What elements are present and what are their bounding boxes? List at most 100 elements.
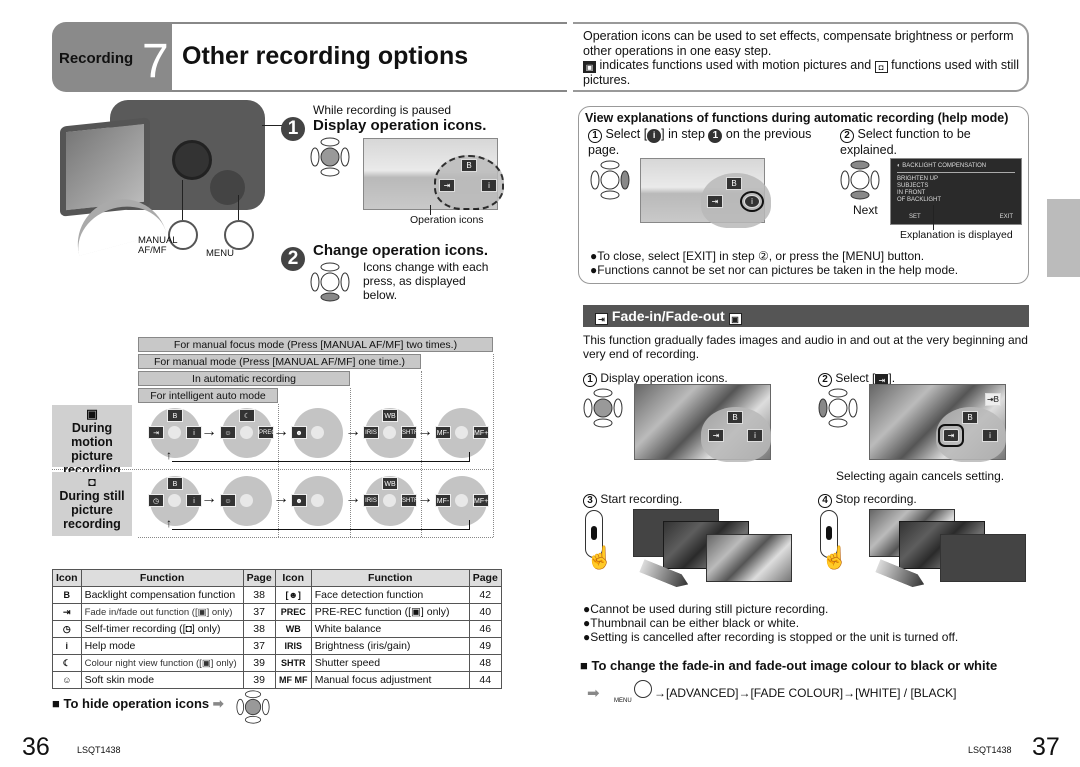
menu-path: →[ADVANCED]→[FADE COLOUR]→[WHITE] / [BLA…	[654, 686, 957, 700]
dial-motion-2: ☾ ☺ PREC	[220, 408, 276, 458]
menu-button-icon[interactable]	[634, 680, 652, 698]
menu-label: MENU	[206, 248, 234, 259]
motion-picture-icon: ▣	[86, 407, 98, 421]
hide-icons-heading: ■ To hide operation icons ➡	[52, 696, 224, 711]
table-row: ◷ Self-timer recording ([◘] only) 38 WB …	[52, 620, 502, 638]
flow-arrow-icon: →	[201, 490, 217, 507]
flow-arrow-icon: →	[201, 423, 217, 440]
dial-motion-4: WB IRIS SHTR	[363, 408, 418, 458]
step1-title: Display operation icons.	[313, 117, 487, 134]
finger-press-icon: ☝	[821, 545, 849, 570]
still-picture-icon: ◘	[874, 61, 888, 73]
fade-step3: 3 Start recording.	[583, 492, 682, 508]
step1-screen: B ⇥ i	[363, 138, 504, 210]
section-number: 7	[142, 35, 169, 88]
help-icon: i	[982, 429, 998, 442]
step2-title: Change operation icons.	[313, 242, 489, 259]
backlight-icon: B	[461, 159, 477, 172]
arrow-right-icon: ➡	[212, 696, 224, 711]
intro-box: Operation icons can be used to set effec…	[573, 22, 1029, 92]
help-icon: i	[740, 191, 764, 212]
help-note-2: ●Functions cannot be set nor can picture…	[590, 263, 959, 277]
self-timer-icon: ◷	[52, 620, 82, 638]
help-icon: i	[481, 179, 497, 192]
page-title: Other recording options	[182, 42, 469, 70]
next-label: Next	[853, 203, 878, 217]
soft-skin-icon: ☺	[52, 671, 82, 689]
section-tab: Recording 7	[52, 22, 172, 92]
fade-section-header: ⇥ Fade-in/Fade-out ▣	[583, 305, 1029, 327]
night-view-icon: ☾	[52, 654, 82, 672]
row-divider	[138, 537, 493, 538]
help-icon: i	[647, 129, 662, 143]
table-row: ☾ Colour night view function ([▣] only) …	[52, 654, 502, 672]
backlight-icon: B	[726, 177, 742, 190]
arrow-right-icon: ➡	[587, 685, 600, 702]
fade-step1-screen: B ⇥ i	[634, 384, 771, 462]
manual-focus-icon: MF MF	[274, 671, 312, 689]
still-picture-icon: ◘	[88, 475, 96, 489]
explanation-caption: Explanation is displayed	[900, 229, 1013, 241]
fade-icon: ⇥	[938, 424, 964, 447]
fade-frame-bright	[706, 534, 792, 582]
divider	[350, 388, 351, 537]
table-row: B Backlight compensation function 38 [☻]…	[52, 586, 502, 604]
dial-still-1: B ◷ i	[148, 476, 202, 526]
row-label-motion: ▣ During motion picture recording	[52, 405, 132, 477]
loop-back-line	[469, 520, 470, 530]
doc-code-left: LSQT1438	[77, 745, 121, 755]
page-number-left: 36	[22, 733, 50, 761]
dial-motion-1: B ⇥ i	[148, 408, 202, 458]
backlight-icon: B	[962, 411, 978, 424]
flow-arrow-icon: →	[345, 490, 361, 507]
iris-icon: IRIS	[274, 637, 312, 655]
manual-af-mf-label: MANUAL AF/MF	[138, 235, 178, 256]
dpad-right-press-icon	[590, 160, 630, 200]
caption-line	[933, 205, 934, 230]
menu-button-label: MENU	[614, 698, 632, 704]
dial-still-4: WB IRIS SHTR	[363, 476, 418, 526]
dial-motion-5: MF- MF+	[435, 408, 489, 458]
motion-picture-icon: ▣	[583, 61, 596, 73]
step2-number: 2	[281, 247, 305, 271]
help-icon: i	[52, 637, 82, 655]
dpad-updown-press-icon	[840, 160, 880, 200]
help-step2: 2 Select function to be explained.	[840, 127, 971, 157]
fade-note-1: ●Cannot be used during still picture rec…	[583, 602, 829, 616]
callout-line-manual	[182, 180, 183, 220]
flow-arrow-icon: →	[417, 490, 433, 507]
help-explanation-screen: ◐ BACKLIGHT COMPENSATION BRIGHTEN UP SUB…	[890, 158, 1022, 225]
white-balance-icon: WB	[274, 620, 312, 638]
flow-arrow-icon: →	[417, 423, 433, 440]
fade-icon: ⇥	[707, 195, 723, 208]
step1-pre: While recording is paused	[313, 103, 452, 117]
page-number-right: 37	[1032, 733, 1060, 761]
section-label: Recording	[59, 50, 134, 67]
table-row: ⇥ Fade in/fade out function ([▣] only) 3…	[52, 603, 502, 621]
fade-step2-screen: B ⇥ i ⇥B	[869, 384, 1006, 462]
loop-back-line	[172, 529, 470, 530]
band-manual: For manual mode (Press [MANUAL AF/MF] on…	[138, 354, 421, 369]
face-detection-icon: [☻]	[274, 586, 312, 604]
operation-icons-caption: Operation icons	[410, 214, 484, 226]
finger-press-icon: ☝	[586, 545, 614, 570]
pre-rec-icon: PREC	[274, 603, 312, 621]
fade-icon: ⇥	[52, 603, 82, 621]
flow-arrow-icon: →	[345, 423, 361, 440]
camera-mode-dial	[210, 170, 245, 205]
dial-still-3: ☻	[291, 476, 343, 526]
backlight-icon: B	[52, 586, 82, 604]
row-label-still: ◘ During still picture recording	[52, 472, 132, 536]
loop-back-line	[469, 452, 470, 462]
fade-icon: ⇥	[595, 313, 608, 325]
step2-desc: Icons change with each press, as display…	[363, 260, 489, 302]
band-manual-focus: For manual focus mode (Press [MANUAL AF/…	[138, 337, 493, 352]
callout-line-menu	[238, 195, 239, 220]
square-bullet-icon: ■	[580, 658, 588, 673]
fade-step2-note: Selecting again cancels setting.	[836, 469, 1005, 483]
dpad-down-press-icon	[310, 262, 350, 302]
menu-button[interactable]	[224, 220, 254, 250]
fade-frame-dark	[940, 534, 1026, 582]
intro-text-2a: indicates functions used with motion pic…	[599, 58, 872, 72]
section-edge-tab	[1047, 199, 1080, 277]
